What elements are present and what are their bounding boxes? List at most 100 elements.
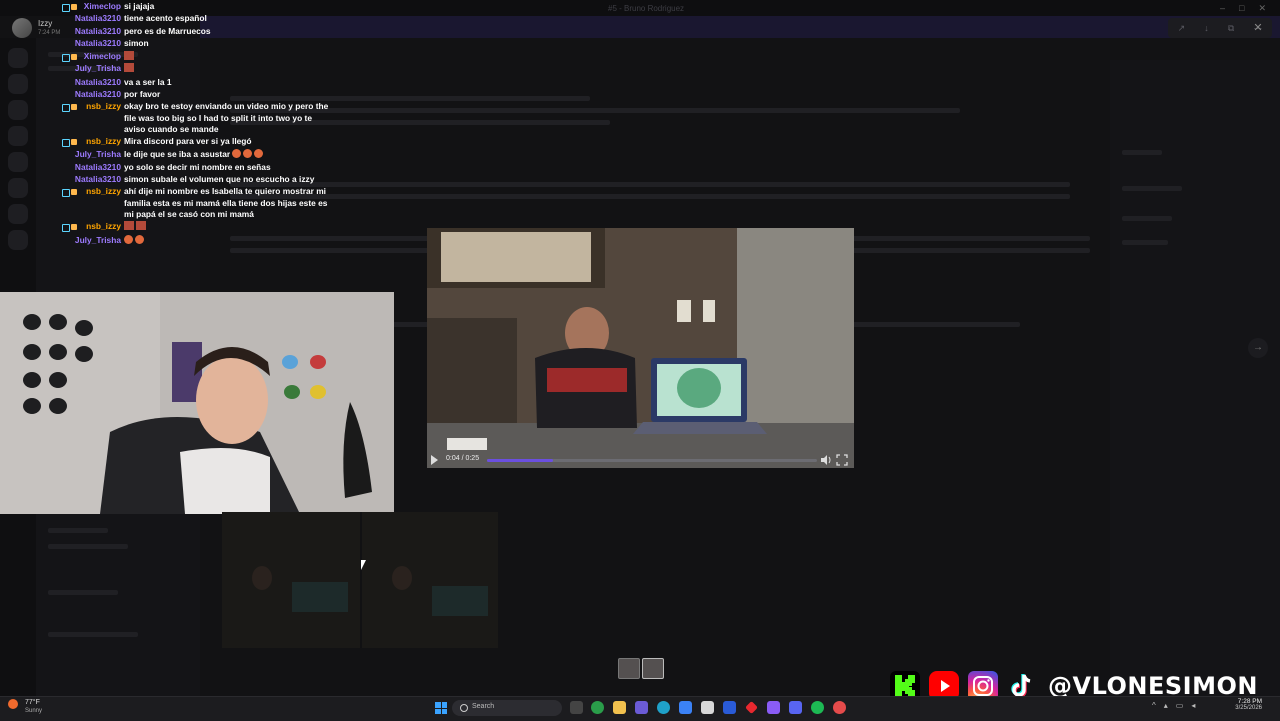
edge-icon[interactable] bbox=[657, 701, 670, 714]
weather-condition: Sunny bbox=[25, 708, 43, 714]
app-icon[interactable] bbox=[723, 701, 736, 714]
search-icon bbox=[460, 704, 468, 712]
chat-username[interactable]: nsb_izzy bbox=[63, 186, 121, 198]
weather-temp: 77°F bbox=[25, 699, 40, 706]
discord-icon[interactable] bbox=[789, 701, 802, 714]
chat-message-text: tiene acento español bbox=[124, 13, 207, 23]
windows-logo-quad bbox=[435, 702, 441, 708]
chat-username[interactable]: Natalia3210 bbox=[63, 38, 121, 50]
chrome-icon[interactable] bbox=[591, 701, 604, 714]
emote-icon bbox=[254, 149, 264, 158]
chat-username[interactable]: Ximeclop bbox=[63, 51, 121, 63]
message-line bbox=[230, 182, 1070, 187]
emote-icon bbox=[124, 221, 134, 230]
chat-username[interactable]: Natalia3210 bbox=[63, 26, 121, 38]
app-icon[interactable] bbox=[679, 701, 692, 714]
chat-message-text bbox=[124, 235, 332, 247]
open-external-icon[interactable]: ⧉ bbox=[1228, 23, 1234, 34]
chat-username[interactable]: July_Trisha bbox=[63, 149, 121, 161]
battery-icon[interactable]: ▭ bbox=[1176, 701, 1184, 710]
clock[interactable]: 7:28 PM 3/25/2026 bbox=[1226, 698, 1262, 711]
streamer-time: 7:24 PM bbox=[38, 30, 61, 36]
video-time: 0:04 / 0:25 bbox=[446, 455, 480, 462]
webcam-image bbox=[0, 292, 394, 514]
emote-icon bbox=[124, 63, 134, 72]
chat-username[interactable]: nsb_izzy bbox=[63, 101, 121, 113]
sun-icon bbox=[8, 699, 18, 709]
app-icon[interactable] bbox=[767, 701, 780, 714]
start-button[interactable] bbox=[435, 702, 447, 714]
chat-username[interactable]: July_Trisha bbox=[63, 235, 121, 247]
windows-logo-quad bbox=[441, 702, 447, 708]
notepad-icon[interactable] bbox=[701, 701, 714, 714]
channel-item[interactable] bbox=[48, 590, 118, 595]
chat-message-text: okay bro te estoy enviando un video mio … bbox=[124, 101, 329, 134]
avatar bbox=[12, 18, 32, 38]
weather-widget[interactable]: 77°F Sunny bbox=[8, 699, 42, 714]
chat-username[interactable]: nsb_izzy bbox=[63, 136, 121, 148]
chat-username[interactable]: Natalia3210 bbox=[63, 162, 121, 174]
chat-message-text: va a ser la 1 bbox=[124, 77, 172, 87]
spotify-icon[interactable] bbox=[811, 701, 824, 714]
emote-icon bbox=[124, 235, 133, 244]
channel-item[interactable] bbox=[48, 528, 108, 533]
maximize-icon[interactable]: □ bbox=[1239, 3, 1244, 13]
attachment-preview bbox=[222, 512, 498, 648]
chat-message-text bbox=[124, 51, 332, 63]
message-line bbox=[230, 194, 1070, 199]
video-player[interactable] bbox=[427, 228, 854, 468]
streamer-name: Izzy bbox=[38, 19, 53, 28]
webcam-feed bbox=[0, 292, 394, 514]
app-icon[interactable] bbox=[635, 701, 648, 714]
member-item[interactable] bbox=[1122, 186, 1182, 191]
member-item[interactable] bbox=[1122, 240, 1168, 245]
chat-username[interactable]: Natalia3210 bbox=[63, 13, 121, 25]
chat-username[interactable]: July_Trisha bbox=[63, 63, 121, 75]
chat-username[interactable]: nsb_izzy bbox=[63, 221, 121, 233]
chat-message-text: simon subale el volumen que no escucho a… bbox=[124, 174, 315, 184]
play-icon[interactable] bbox=[431, 455, 438, 465]
notice-banner bbox=[200, 16, 1280, 38]
chat-message-text bbox=[124, 221, 332, 233]
app-icon[interactable] bbox=[833, 701, 846, 714]
next-arrow-icon[interactable]: → bbox=[1248, 338, 1268, 358]
taskbar-search[interactable]: Search bbox=[452, 700, 562, 716]
video-frame bbox=[427, 228, 854, 468]
minimize-icon[interactable]: – bbox=[1220, 3, 1225, 13]
task-view-icon[interactable] bbox=[570, 701, 583, 714]
chevron-up-icon[interactable]: ^ bbox=[1152, 701, 1156, 710]
volume-tray-icon[interactable]: ◂ bbox=[1191, 701, 1195, 710]
seek-bar[interactable] bbox=[487, 459, 817, 462]
attachment-thumbnail[interactable] bbox=[618, 658, 640, 679]
volume-icon[interactable] bbox=[820, 454, 832, 466]
windows-logo-quad bbox=[441, 708, 447, 714]
seek-bar-fill bbox=[487, 459, 553, 462]
chat-username[interactable]: Natalia3210 bbox=[63, 89, 121, 101]
attachment-thumbnail-selected[interactable] bbox=[642, 658, 664, 679]
close-viewer-icon[interactable]: ✕ bbox=[1250, 20, 1266, 36]
chat-username[interactable]: Ximeclop bbox=[63, 1, 121, 13]
chat-message-text: Mira discord para ver si ya llegó bbox=[124, 136, 252, 146]
chat-message-text: ahí dije mi nombre es Isabella te quiero… bbox=[124, 186, 328, 219]
window-controls: – □ ✕ bbox=[1220, 0, 1280, 16]
windows-logo-quad bbox=[435, 708, 441, 714]
chat-message-text: simon bbox=[124, 38, 149, 48]
share-icon[interactable]: ↗ bbox=[1178, 23, 1186, 34]
member-item[interactable] bbox=[1122, 216, 1172, 221]
fullscreen-icon[interactable] bbox=[836, 454, 848, 466]
close-window-icon[interactable]: ✕ bbox=[1258, 3, 1266, 14]
channel-item[interactable] bbox=[48, 544, 128, 549]
channel-item[interactable] bbox=[48, 632, 138, 637]
network-icon[interactable]: ▴ bbox=[1164, 701, 1168, 710]
download-icon[interactable]: ↓ bbox=[1204, 23, 1209, 33]
chat-username[interactable]: Natalia3210 bbox=[63, 174, 121, 186]
chat-username[interactable]: Natalia3210 bbox=[63, 77, 121, 89]
mouse-cursor bbox=[361, 560, 368, 570]
clock-time: 7:28 PM bbox=[1237, 698, 1262, 705]
chat-message-text: si jajaja bbox=[124, 1, 155, 11]
emote-icon bbox=[135, 235, 144, 244]
file-explorer-icon[interactable] bbox=[613, 701, 626, 714]
stream-chat: Izzy 7:24 PM Ximeclop si jajaja Natalia321… bbox=[0, 0, 340, 250]
member-item[interactable] bbox=[1122, 150, 1162, 155]
chat-message-text: pero es de Marruecos bbox=[124, 26, 211, 36]
